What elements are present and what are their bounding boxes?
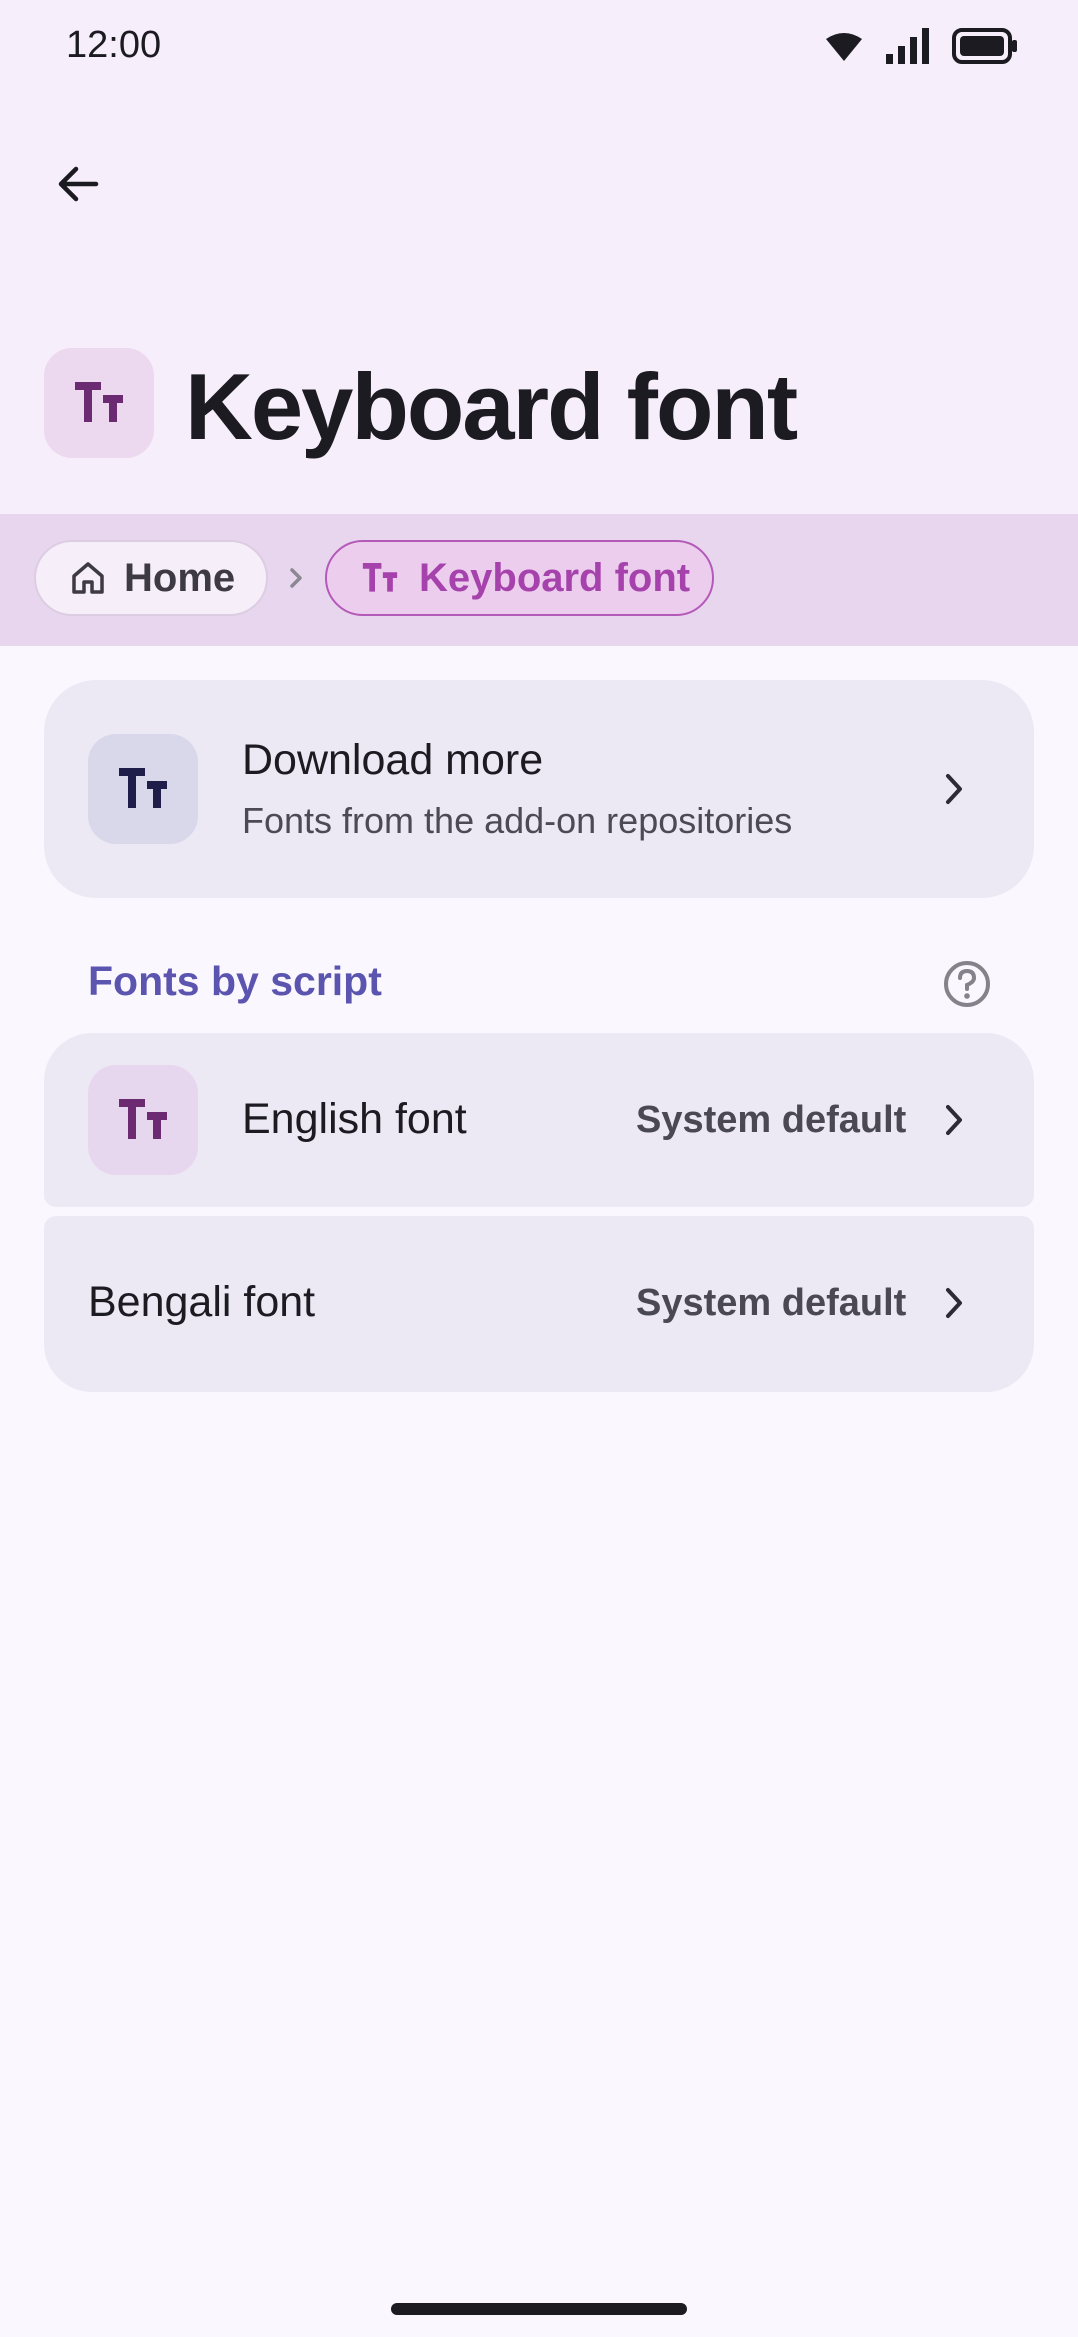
help-circle-icon[interactable]	[942, 959, 992, 1009]
chevron-right-icon	[946, 774, 962, 804]
text-fields-icon	[119, 1099, 167, 1139]
section-title: Fonts by script	[88, 958, 382, 1004]
download-more-subtitle: Fonts from the add-on repositories	[242, 800, 793, 841]
battery-icon	[952, 28, 1017, 64]
download-icon-tile	[88, 734, 198, 844]
breadcrumb-current-chip[interactable]: Keyboard font	[325, 540, 714, 616]
text-fields-icon	[75, 382, 123, 422]
download-more-item[interactable]: Download more Fonts from the add-on repo…	[44, 680, 1034, 898]
gesture-nav-handle[interactable]	[391, 2303, 687, 2315]
bengali-font-item[interactable]: Bengali font System default	[44, 1216, 1034, 1392]
wifi-icon	[826, 33, 862, 61]
back-button[interactable]	[38, 144, 118, 224]
status-time: 12:00	[66, 24, 162, 66]
arrow-back-icon	[58, 166, 99, 202]
chevron-right-icon	[946, 1288, 962, 1318]
download-more-title: Download more	[242, 736, 544, 784]
page-title: Keyboard font	[185, 354, 798, 459]
english-font-item[interactable]: English font System default	[44, 1033, 1034, 1207]
status-icons	[824, 28, 1018, 64]
chevron-right-icon	[946, 1105, 962, 1135]
english-font-value: System default	[636, 1099, 907, 1141]
title-icon-tile	[44, 348, 154, 458]
breadcrumb-home-label: Home	[124, 555, 236, 600]
bengali-font-value: System default	[636, 1282, 907, 1324]
english-font-label: English font	[242, 1095, 467, 1143]
breadcrumb-home-chip[interactable]: Home	[34, 540, 268, 616]
breadcrumb-current-label: Keyboard font	[419, 555, 691, 600]
bengali-font-label: Bengali font	[88, 1278, 316, 1326]
text-fields-icon	[362, 563, 398, 592]
signal-icon	[886, 28, 929, 64]
chevron-right-icon	[290, 568, 302, 588]
text-fields-icon	[119, 768, 167, 808]
english-font-icon-tile	[88, 1065, 198, 1175]
home-icon	[72, 562, 104, 594]
